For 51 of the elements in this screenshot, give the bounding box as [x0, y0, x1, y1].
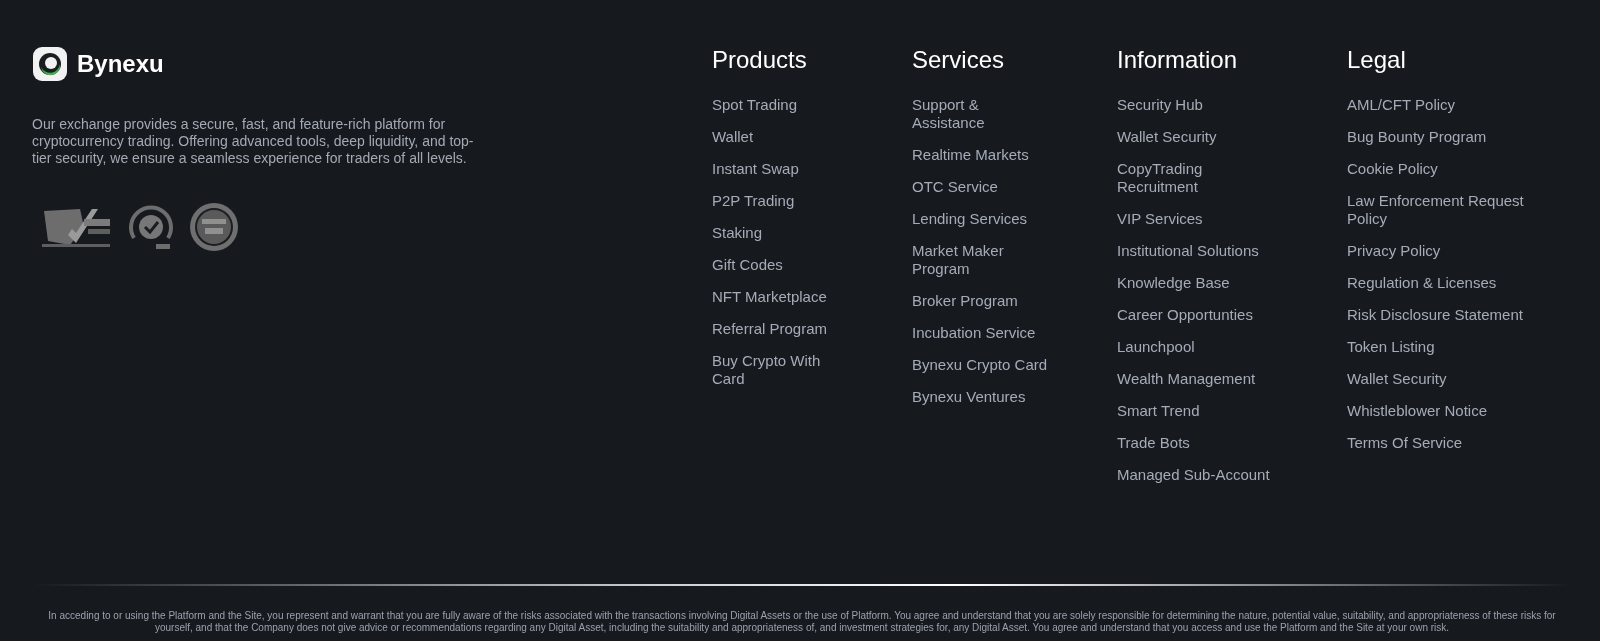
- footer-link[interactable]: CopyTrading Recruitment: [1117, 160, 1282, 196]
- column-heading: Legal: [1347, 46, 1407, 74]
- footer-link[interactable]: Privacy Policy: [1347, 242, 1441, 260]
- column-heading: Products: [712, 46, 808, 74]
- footer-link[interactable]: Wallet: [712, 128, 754, 146]
- footer-link[interactable]: Regulation & Licenses: [1347, 274, 1497, 292]
- certification-seal-icon: [126, 202, 176, 252]
- footer-link[interactable]: Trade Bots: [1117, 434, 1190, 452]
- footer-link[interactable]: Managed Sub-Account: [1117, 466, 1270, 484]
- footer-link[interactable]: OTC Service: [912, 178, 998, 196]
- footer-link[interactable]: Launchpool: [1117, 338, 1195, 356]
- footer-link[interactable]: Staking: [712, 224, 763, 242]
- footer-link[interactable]: Broker Program: [912, 292, 1018, 310]
- footer-link[interactable]: Buy Crypto With Card: [712, 352, 847, 388]
- footer-link[interactable]: Market Maker Program: [912, 242, 1052, 278]
- footer-link[interactable]: Support & Assistance: [912, 96, 1052, 132]
- footer-link[interactable]: Wealth Management: [1117, 370, 1256, 388]
- footer-link[interactable]: Token Listing: [1347, 338, 1435, 356]
- footer-link[interactable]: Bug Bounty Program: [1347, 128, 1487, 146]
- footer-link[interactable]: Security Hub: [1117, 96, 1203, 114]
- footer-link[interactable]: Cookie Policy: [1347, 160, 1438, 178]
- footer-link[interactable]: NFT Marketplace: [712, 288, 827, 306]
- column-heading: Information: [1117, 46, 1239, 74]
- brand-description: Our exchange provides a secure, fast, and feature-rich platform for cryptocurrency trading. Offering advanced tools, deep liquidity, and top-tier security, we ensure a seamless experience for traders of all levels.: [32, 116, 475, 167]
- brand-name: Bynexu: [77, 50, 164, 78]
- footer-link[interactable]: Wallet Security: [1347, 370, 1447, 388]
- footer-link[interactable]: Realtime Markets: [912, 146, 1029, 164]
- logo-icon: [32, 46, 68, 82]
- footer-link[interactable]: Career Opportunties: [1117, 306, 1253, 324]
- footer-link[interactable]: Smart Trend: [1117, 402, 1200, 420]
- footer-link[interactable]: Terms Of Service: [1347, 434, 1463, 452]
- footer-link[interactable]: Whistleblower Notice: [1347, 402, 1488, 420]
- footer-link[interactable]: Wallet Security: [1117, 128, 1217, 146]
- footer-link[interactable]: Instant Swap: [712, 160, 799, 178]
- legal-disclaimer: In acceding to or using the Platform and the Site, you represent and warrant that you are fully aware of the risks associated with the transactions involving Digital Assets or the use of Platform. You agree and understand that you are solely responsible for determining the nature, potential value, suitability, and appropriateness of these risks for yourself, and that the Company does not give advice or recommendations regarding any Digital Asset, including the suitability and appropriateness of, and investment strategies for, any Digital Asset. You agree and understand that you access and use the Platform and the Site at your own risk.: [47, 610, 1557, 634]
- footer-link[interactable]: Gift Codes: [712, 256, 783, 274]
- footer-link[interactable]: Referral Program: [712, 320, 828, 338]
- footer-link[interactable]: Knowledge Base: [1117, 274, 1230, 292]
- footer-link[interactable]: AML/CFT Policy: [1347, 96, 1456, 114]
- footer-link[interactable]: Bynexu Crypto Card: [912, 356, 1048, 374]
- footer-link[interactable]: P2P Trading: [712, 192, 795, 210]
- footer-link[interactable]: Lending Services: [912, 210, 1028, 228]
- footer-link[interactable]: Bynexu Ventures: [912, 388, 1026, 406]
- footer-link[interactable]: Risk Disclosure Statement: [1347, 306, 1523, 324]
- footer-link[interactable]: Institutional Solutions: [1117, 242, 1259, 260]
- footer-link[interactable]: Spot Trading: [712, 96, 798, 114]
- column-heading: Services: [912, 46, 1006, 74]
- audit-seal-icon: [188, 201, 240, 253]
- footer-link[interactable]: Law Enforcement Request Policy: [1347, 192, 1542, 228]
- footer-link[interactable]: Incubation Service: [912, 324, 1036, 342]
- footer-link[interactable]: VIP Services: [1117, 210, 1203, 228]
